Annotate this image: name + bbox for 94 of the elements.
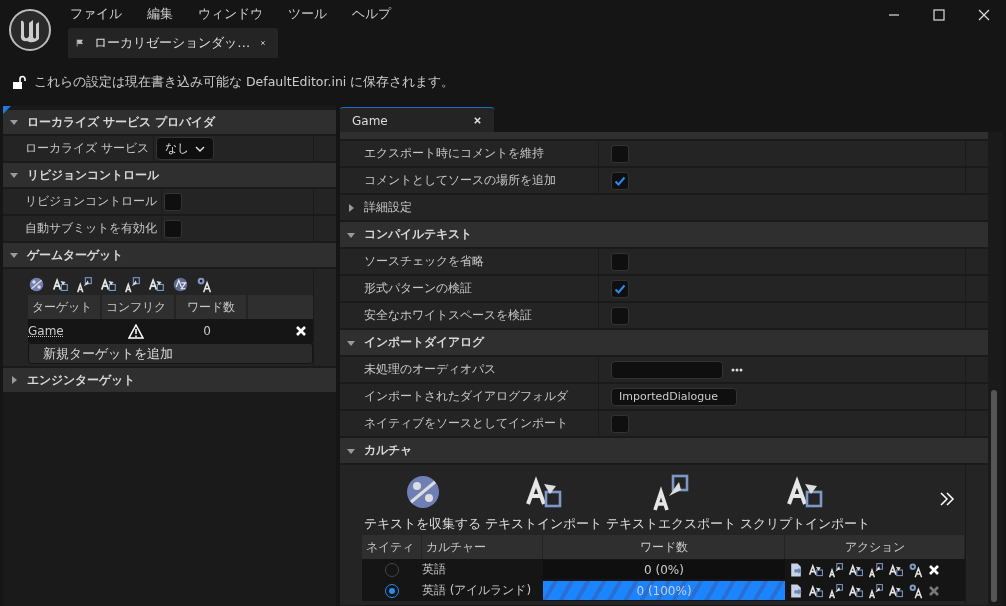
section-header[interactable]: リビジョンコントロール [3, 163, 336, 189]
caret-icon[interactable] [9, 250, 19, 260]
localization-tool-icon[interactable] [76, 275, 93, 293]
menu-item[interactable]: ファイル [70, 5, 122, 23]
progress-reading: 0 (100%) [636, 583, 692, 598]
culture-action-icon[interactable] [888, 561, 904, 578]
section-header[interactable]: エンジンターゲット [3, 368, 336, 394]
menu-item[interactable]: ヘルプ [352, 5, 391, 23]
section-title: カルチャ [364, 443, 412, 458]
document-tab[interactable]: ローカリゼーションダッ… [68, 28, 278, 58]
menu-item[interactable]: 編集 [147, 5, 173, 23]
notice-text: これらの設定は現在書き込み可能な DefaultEditor.ini に保存されます。 [34, 73, 455, 91]
culture-action-icon[interactable] [848, 561, 864, 578]
section-title: コンパイルテキスト [364, 227, 472, 242]
culture-action-button[interactable]: テキストインポート [483, 472, 604, 533]
section-title: ゲームターゲット [27, 247, 123, 263]
culture-name: 英語 (アイルランド) [422, 582, 533, 599]
property-label: 自動サブミットを有効化 [3, 216, 162, 241]
section-title: ローカライズ サービス プロバイダ [27, 114, 215, 130]
property-label: ネイティブをソースとしてインポート [340, 411, 599, 436]
property-label: インポートされたダイアログフォルダ [340, 384, 599, 409]
culture-action-icon[interactable] [908, 561, 924, 578]
culture-action-icon[interactable] [848, 582, 864, 599]
property-label: ローカライズ サービス [3, 136, 154, 161]
property-label: 安全なホワイトスペースを検証 [340, 303, 599, 328]
close-icon[interactable] [978, 9, 990, 21]
culture-action-icon[interactable] [908, 582, 924, 599]
section-header[interactable]: インポートダイアログ [340, 330, 988, 357]
property-label: リビジョンコントロール [3, 189, 162, 214]
section-title: エンジンターゲット [27, 372, 135, 388]
tab-label: ローカリゼーションダッ… [94, 34, 251, 52]
caret-icon[interactable] [9, 117, 19, 127]
checkbox[interactable] [611, 252, 629, 271]
tab-label: Game [352, 113, 388, 128]
culture-action-icon[interactable] [868, 582, 884, 599]
dropdown[interactable]: なし [155, 137, 214, 160]
add-target-button[interactable]: 新規ターゲットを追加 [28, 343, 313, 364]
checkbox[interactable] [164, 219, 182, 238]
section-header[interactable]: ゲームターゲット [3, 243, 336, 269]
culture-action-icon[interactable] [808, 561, 824, 578]
close-icon[interactable] [473, 116, 482, 125]
category-label: 詳細設定 [364, 199, 412, 216]
caret-icon[interactable] [9, 375, 19, 385]
culture-action-icon[interactable] [788, 561, 804, 578]
culture-action-icon[interactable] [828, 582, 844, 599]
section-title: インポートダイアログ [364, 335, 484, 350]
word-count: 0 [202, 324, 212, 338]
checkbox[interactable] [611, 171, 629, 190]
property-label: 未処理のオーディオパス [340, 357, 599, 382]
flag-icon [76, 36, 85, 50]
culture-action-button[interactable]: テキストを収集する [362, 472, 483, 533]
chevron-icon [194, 144, 205, 153]
caret-icon[interactable] [346, 202, 356, 213]
caret-icon[interactable] [9, 170, 19, 180]
localization-tool-icon[interactable] [196, 275, 213, 293]
menu-item[interactable]: ツール [288, 5, 327, 23]
scrollbar-thumb[interactable] [991, 390, 997, 602]
localization-tool-icon[interactable] [124, 275, 141, 293]
checkbox[interactable] [611, 414, 629, 433]
localization-tool-icon[interactable] [172, 275, 189, 293]
culture-action-icon[interactable] [828, 561, 844, 578]
culture-action-button[interactable]: テキストエクスポート [604, 472, 738, 533]
maximize-icon[interactable] [933, 9, 945, 21]
menu-item[interactable]: ウィンドウ [198, 5, 263, 23]
close-icon[interactable] [260, 38, 266, 48]
editor-tab[interactable]: Game [340, 107, 494, 133]
path-field[interactable] [611, 360, 723, 379]
overflow-icon[interactable] [939, 491, 955, 507]
culture-action-icon[interactable] [868, 561, 884, 578]
section-header[interactable]: カルチャ [340, 438, 988, 465]
culture-action-icon[interactable] [808, 582, 824, 599]
section-header[interactable]: コンパイルテキスト [340, 222, 988, 249]
progress-reading: 0 (0%) [644, 562, 684, 577]
culture-action-icon[interactable] [788, 582, 804, 599]
logo-icon [8, 8, 52, 52]
localization-tool-icon[interactable] [28, 275, 45, 293]
text-field[interactable]: ImportedDialogue [611, 387, 737, 406]
property-label: 形式パターンの検証 [340, 276, 599, 301]
section-title: リビジョンコントロール [27, 167, 159, 183]
checkbox[interactable] [611, 279, 629, 298]
checkbox[interactable] [611, 306, 629, 325]
property-label: エクスポート時にコメントを維持 [340, 141, 599, 166]
checkbox[interactable] [611, 144, 629, 163]
category-row[interactable]: 詳細設定 [340, 195, 988, 222]
culture-action-icon[interactable] [888, 582, 904, 599]
culture-action-button[interactable]: スクリプトインポート [738, 472, 872, 533]
property-label: コメントとしてソースの場所を追加 [340, 168, 599, 193]
browse-icon[interactable] [731, 367, 743, 372]
property-label: ソースチェックを省略 [340, 249, 599, 274]
section-header[interactable]: ローカライズ サービス プロバイダ [3, 110, 336, 136]
target-link[interactable]: Game [28, 324, 100, 338]
localization-tool-icon[interactable] [651, 472, 691, 512]
checkbox[interactable] [164, 192, 182, 211]
culture-name: 英語 [422, 561, 447, 578]
